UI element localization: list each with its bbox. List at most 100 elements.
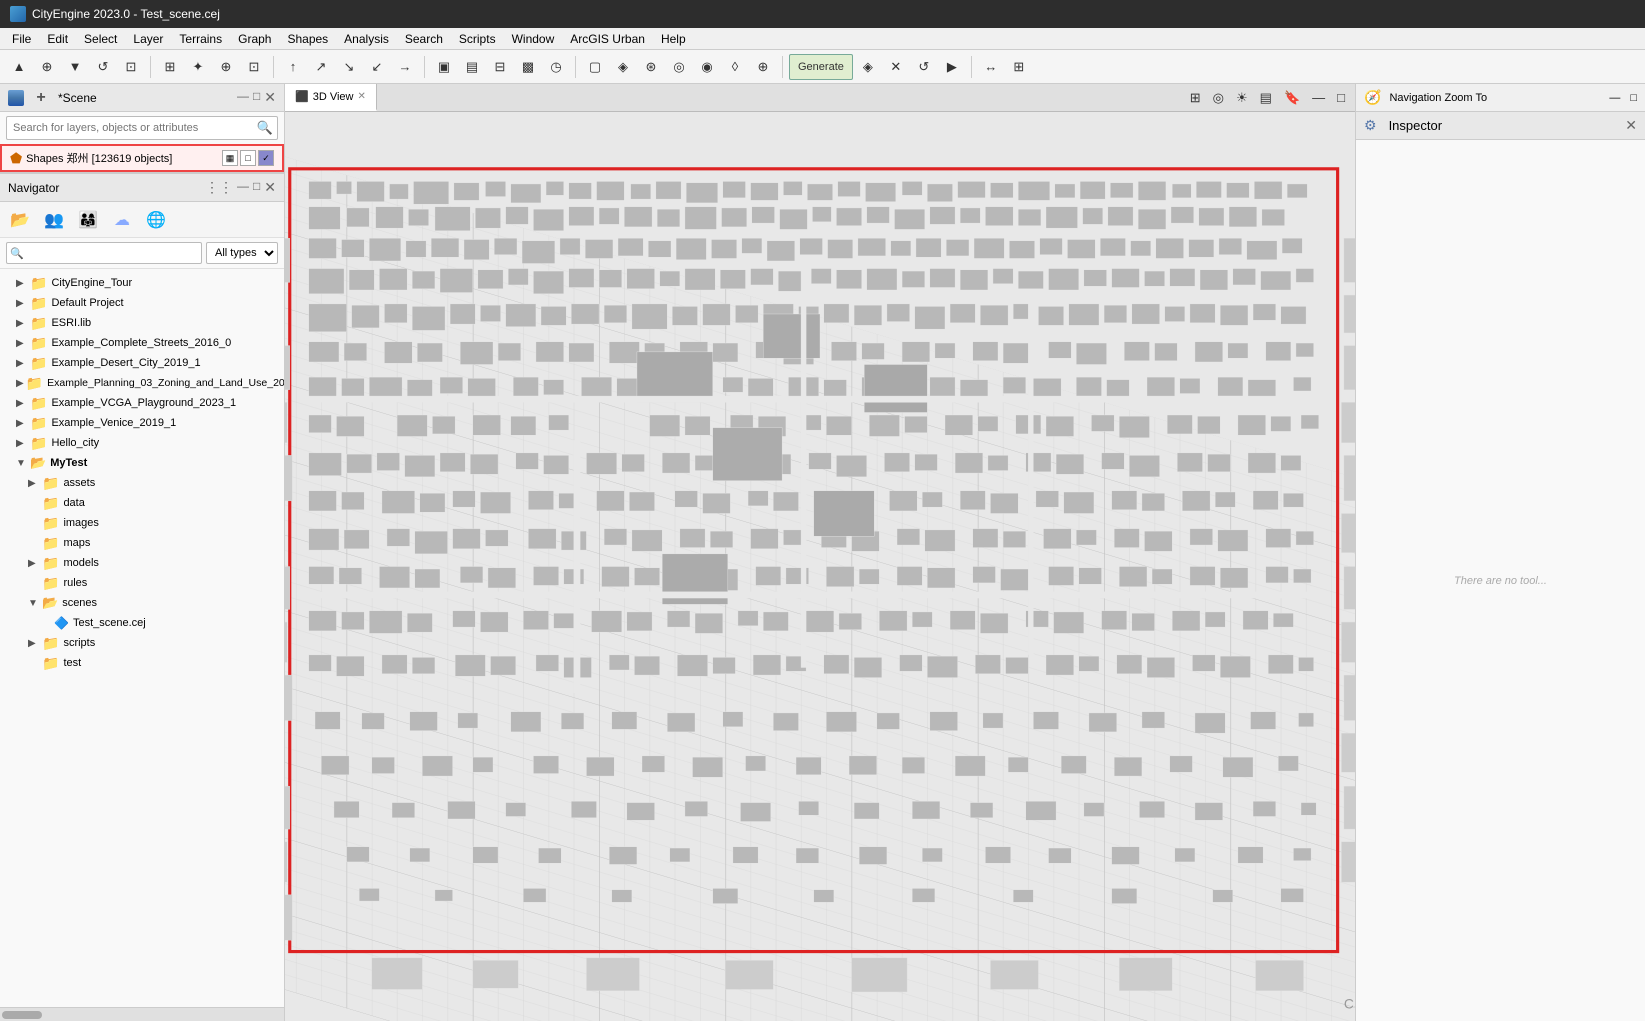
- toolbar-gen3[interactable]: ↺: [911, 54, 937, 80]
- nav-users[interactable]: 👥: [40, 206, 68, 234]
- menu-search[interactable]: Search: [397, 30, 451, 48]
- nav-options[interactable]: ⋮⋮: [205, 179, 233, 196]
- toolbar-generate[interactable]: Generate: [789, 54, 853, 80]
- viewport-maximize[interactable]: □: [1333, 88, 1349, 107]
- layer-check[interactable]: ✓: [258, 150, 274, 166]
- tree-item[interactable]: 📁 maps: [0, 533, 284, 553]
- toolbar-pen[interactable]: ▣: [431, 54, 457, 80]
- nav-close[interactable]: ✕: [264, 179, 276, 196]
- nav-minimize[interactable]: —: [237, 179, 249, 196]
- nav-type-filter[interactable]: All types: [206, 242, 278, 264]
- tab-3d-view[interactable]: ⬛ 3D View ✕: [285, 84, 377, 111]
- toolbar-graph7[interactable]: ⊕: [750, 54, 776, 80]
- toolbar-distribute[interactable]: ⊕: [213, 54, 239, 80]
- scene-add-layer[interactable]: +: [30, 87, 52, 109]
- toolbar-dropdown[interactable]: ▼: [62, 54, 88, 80]
- tree-item[interactable]: ▶ 📁 Example_Planning_03_Zoning_and_Land_…: [0, 373, 284, 393]
- tree-item[interactable]: 📁 test: [0, 653, 284, 673]
- tree-item[interactable]: ▶ 📁 models: [0, 553, 284, 573]
- tree-item[interactable]: 📁 rules: [0, 573, 284, 593]
- toolbar-graph2[interactable]: ◈: [610, 54, 636, 80]
- viewport-bookmark2[interactable]: 🔖: [1280, 88, 1304, 108]
- toolbar-fly1[interactable]: ↗: [308, 54, 334, 80]
- menu-window[interactable]: Window: [504, 30, 563, 48]
- layer-box[interactable]: □: [240, 150, 256, 166]
- toolbar-snap[interactable]: ⊞: [157, 54, 183, 80]
- toolbar-grid[interactable]: ⊡: [241, 54, 267, 80]
- tree-item[interactable]: ▶ 📁 ESRI.lib: [0, 313, 284, 333]
- viewport-camera[interactable]: ◎: [1209, 88, 1228, 108]
- tree-item[interactable]: ▶ 📁 assets: [0, 473, 284, 493]
- toolbar-bookmark[interactable]: ⊞: [1006, 54, 1032, 80]
- toolbar-graph5[interactable]: ◉: [694, 54, 720, 80]
- toolbar-pan[interactable]: →: [392, 54, 418, 80]
- viewport-canvas[interactable]: CSDN @海码007: [285, 112, 1355, 1021]
- viewport-tab-close[interactable]: ✕: [357, 91, 365, 102]
- tree-item[interactable]: 🔷 Test_scene.cej: [0, 613, 284, 633]
- toolbar-graph1[interactable]: ▢: [582, 54, 608, 80]
- tree-item[interactable]: 📁 images: [0, 513, 284, 533]
- menu-shapes[interactable]: Shapes: [279, 30, 336, 48]
- toolbar-graph3[interactable]: ⊛: [638, 54, 664, 80]
- toolbar-fly2[interactable]: ↘: [336, 54, 362, 80]
- toolbar-arc[interactable]: ◷: [543, 54, 569, 80]
- toolbar-gen1[interactable]: ◈: [855, 54, 881, 80]
- toolbar-walk[interactable]: ↑: [280, 54, 306, 80]
- menu-edit[interactable]: Edit: [39, 30, 76, 48]
- tree-item[interactable]: 📁 data: [0, 493, 284, 513]
- layer-item[interactable]: ⬟ Shapes 郑州 [123619 objects] ▦ □ ✓: [0, 144, 284, 172]
- tree-item[interactable]: ▶ 📁 Hello_city: [0, 433, 284, 453]
- toolbar-poly1[interactable]: ▤: [459, 54, 485, 80]
- toolbar-poly3[interactable]: ▩: [515, 54, 541, 80]
- toolbar-measure[interactable]: ↔: [978, 54, 1004, 80]
- menu-terrains[interactable]: Terrains: [171, 30, 230, 48]
- toolbar-select[interactable]: ▲: [6, 54, 32, 80]
- scene-search-input[interactable]: [7, 122, 253, 134]
- tree-item[interactable]: ▼ 📂 MyTest: [0, 453, 284, 473]
- tree-item[interactable]: ▶ 📁 scripts: [0, 633, 284, 653]
- tree-item[interactable]: ▶ 📁 Example_VCGA_Playground_2023_1: [0, 393, 284, 413]
- scene-minimize[interactable]: —: [237, 89, 249, 106]
- viewport-lighting[interactable]: ☀: [1232, 88, 1252, 108]
- scene-close[interactable]: ✕: [264, 89, 276, 106]
- viewport-view-mode[interactable]: ⊞: [1186, 88, 1205, 108]
- menu-file[interactable]: File: [4, 30, 39, 48]
- toolbar-graph4[interactable]: ◎: [666, 54, 692, 80]
- menu-select[interactable]: Select: [76, 30, 125, 48]
- menu-graph[interactable]: Graph: [230, 30, 279, 48]
- menu-layer[interactable]: Layer: [125, 30, 171, 48]
- nav-portal[interactable]: 🌐: [142, 206, 170, 234]
- toolbar-graph6[interactable]: ◊: [722, 54, 748, 80]
- tree-item[interactable]: ▶ 📁 Example_Complete_Streets_2016_0: [0, 333, 284, 353]
- scrollbar-thumb[interactable]: [2, 1011, 42, 1019]
- menu-scripts[interactable]: Scripts: [451, 30, 504, 48]
- viewport-minimize[interactable]: —: [1308, 88, 1329, 107]
- toolbar-scale[interactable]: ⊡: [118, 54, 144, 80]
- nav-cloud[interactable]: ☁: [108, 206, 136, 234]
- tree-item[interactable]: ▼ 📂 scenes: [0, 593, 284, 613]
- viewport-render[interactable]: ▤: [1256, 88, 1276, 108]
- toolbar-gen4[interactable]: ▶: [939, 54, 965, 80]
- toolbar-poly2[interactable]: ⊟: [487, 54, 513, 80]
- toolbar-move[interactable]: ⊕: [34, 54, 60, 80]
- nav-scrollbar[interactable]: [0, 1007, 284, 1021]
- tree-item[interactable]: ▶ 📁 Example_Venice_2019_1: [0, 413, 284, 433]
- nav-local-folder[interactable]: 📂: [6, 206, 34, 234]
- inspector-close[interactable]: ✕: [1625, 117, 1637, 134]
- menu-help[interactable]: Help: [653, 30, 694, 48]
- right-minimize[interactable]: —: [1609, 92, 1620, 104]
- tree-item[interactable]: ▶ 📁 Default Project: [0, 293, 284, 313]
- nav-maximize[interactable]: □: [253, 179, 260, 196]
- toolbar-fly3[interactable]: ↙: [364, 54, 390, 80]
- menu-arcgis[interactable]: ArcGIS Urban: [562, 30, 653, 48]
- tree-item[interactable]: ▶ 📁 CityEngine_Tour: [0, 273, 284, 293]
- scene-maximize[interactable]: □: [253, 89, 260, 106]
- toolbar-gen2[interactable]: ✕: [883, 54, 909, 80]
- nav-group[interactable]: 👨‍👩‍👧: [74, 206, 102, 234]
- tree-item[interactable]: ▶ 📁 Example_Desert_City_2019_1: [0, 353, 284, 373]
- menu-analysis[interactable]: Analysis: [336, 30, 397, 48]
- nav-search-input[interactable]: [27, 247, 201, 259]
- right-maximize[interactable]: □: [1630, 92, 1637, 104]
- toolbar-align[interactable]: ✦: [185, 54, 211, 80]
- toolbar-rotate[interactable]: ↺: [90, 54, 116, 80]
